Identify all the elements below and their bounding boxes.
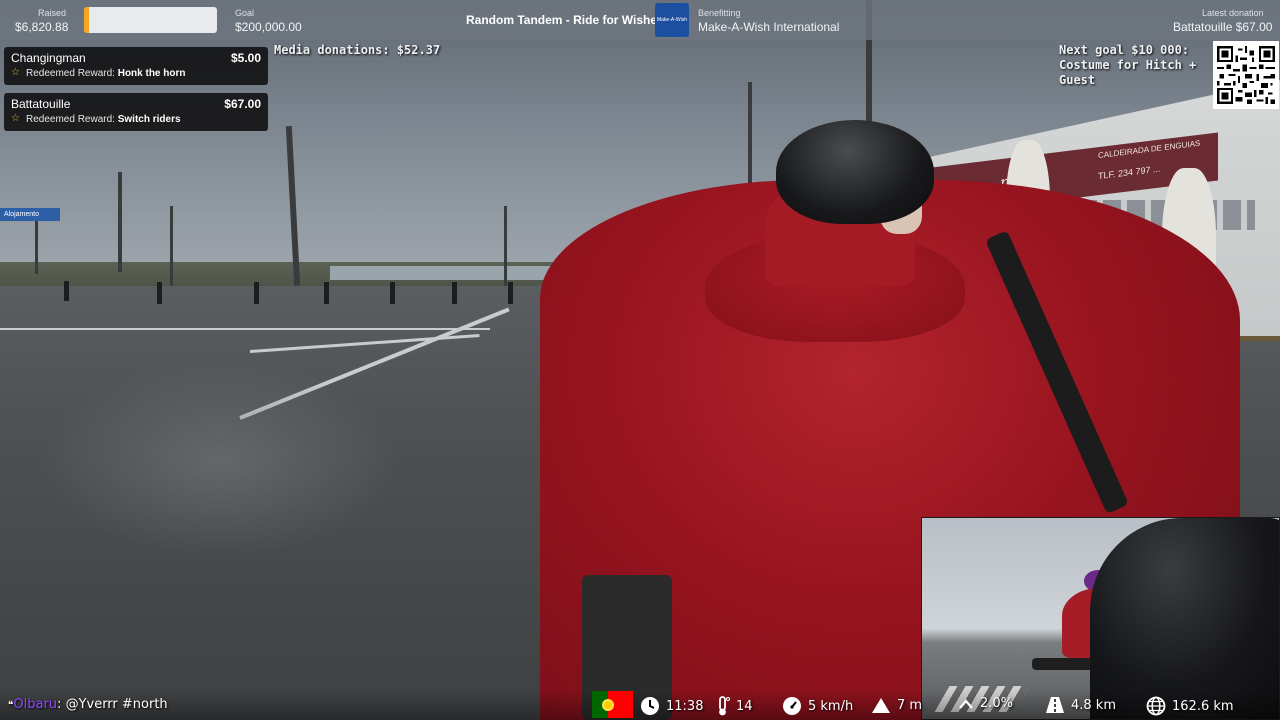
chevron-up-icon (959, 698, 973, 709)
utility-pole (118, 172, 122, 272)
stream-title: Random Tandem - Ride for Wishes (466, 13, 664, 27)
star-icon: ☆ (11, 67, 20, 78)
bollard (254, 282, 259, 304)
donation-amount: $5.00 (230, 51, 261, 65)
donation-card: Changingman $5.00 ☆ Redeemed Reward: Hon… (4, 47, 268, 85)
mountain-icon (872, 698, 890, 713)
bollard (508, 282, 513, 304)
goal-label: Goal (235, 8, 255, 18)
temperature-stat: 14 (716, 696, 753, 716)
speed-value: 5 km/h (808, 698, 854, 714)
donation-amount: $67.00 (224, 97, 261, 111)
raised-progress-bar (84, 7, 217, 33)
globe-icon (1146, 696, 1166, 716)
chat-text: @Yverrr #north (65, 697, 168, 712)
restaurant-phone: TLF. 234 797 ... (1098, 163, 1161, 182)
next-goal: Next goal $10 000: Costume for Hitch + G… (1059, 43, 1197, 87)
grade-value: 2.0% (980, 696, 1014, 711)
road-icon (1046, 697, 1064, 713)
goal-value: $200,000.00 (235, 20, 302, 34)
chat-message: ❝Olbaru: @Yverrr #north (8, 697, 168, 712)
media-donations: Media donations: $52.37 (274, 43, 441, 57)
latest-donation-label: Latest donation (1202, 8, 1264, 18)
bollard (390, 282, 395, 304)
speed-stat: 5 km/h (782, 696, 853, 716)
reward-prefix: Redeemed Reward: (26, 114, 115, 125)
thermometer-icon (719, 696, 730, 716)
utility-pole (504, 206, 507, 286)
bollard (324, 282, 329, 304)
bollard (157, 282, 162, 304)
reward-text: Redeemed Reward: Switch riders (26, 114, 181, 125)
total-distance-value: 162.6 km (1172, 698, 1234, 714)
clock-icon (641, 697, 659, 715)
elevation-value: 7 m (897, 697, 923, 713)
donor-name: Changingman (11, 51, 86, 65)
grade-stat: 2.0% (958, 696, 1013, 711)
sign-post (35, 218, 38, 274)
street-sign: Alojamento (0, 208, 60, 221)
chat-colon: : (57, 697, 66, 712)
chat-username: Olbaru (13, 697, 58, 712)
raised-label: Raised (38, 8, 67, 18)
elevation-stat: 7 m (871, 696, 922, 714)
distance-stat: 4.8 km (1045, 696, 1116, 714)
qr-code-image (1217, 46, 1275, 104)
reward-name: Switch riders (117, 114, 181, 125)
donor-name: Battatouille (11, 97, 71, 111)
fundraiser-bar: Raised $6,820.88 Goal $200,000.00 Random… (0, 0, 1280, 40)
reward-name: Honk the horn (117, 68, 186, 79)
blur-patch (40, 360, 400, 560)
reward-prefix: Redeemed Reward: (26, 68, 115, 79)
benefitting-label: Benefitting (698, 8, 741, 18)
bollard (452, 282, 457, 304)
star-icon: ☆ (11, 113, 20, 124)
speedometer-icon (783, 697, 801, 715)
temperature-value: 14 (736, 698, 753, 714)
donation-card: Battatouille $67.00 ☆ Redeemed Reward: S… (4, 93, 268, 131)
road-marking (0, 328, 490, 330)
benefitting-value: Make-A-Wish International (698, 20, 840, 34)
raised-value: $6,820.88 (15, 20, 69, 34)
distance-value: 4.8 km (1071, 697, 1116, 713)
rider-helmet (776, 120, 934, 224)
bollard (64, 281, 69, 301)
portugal-flag-icon (592, 691, 633, 718)
latest-donation-value: Battatouille $67.00 (1173, 20, 1273, 34)
sign-post (170, 206, 173, 286)
time-stat: 11:38 (640, 696, 703, 716)
qr-code[interactable] (1213, 41, 1279, 109)
total-distance-stat: 162.6 km (1146, 696, 1234, 716)
time-value: 11:38 (666, 698, 704, 714)
make-a-wish-logo: Make-A-Wish (655, 3, 689, 37)
reward-text: Redeemed Reward: Honk the horn (26, 68, 186, 79)
raised-progress-fill (84, 7, 89, 33)
